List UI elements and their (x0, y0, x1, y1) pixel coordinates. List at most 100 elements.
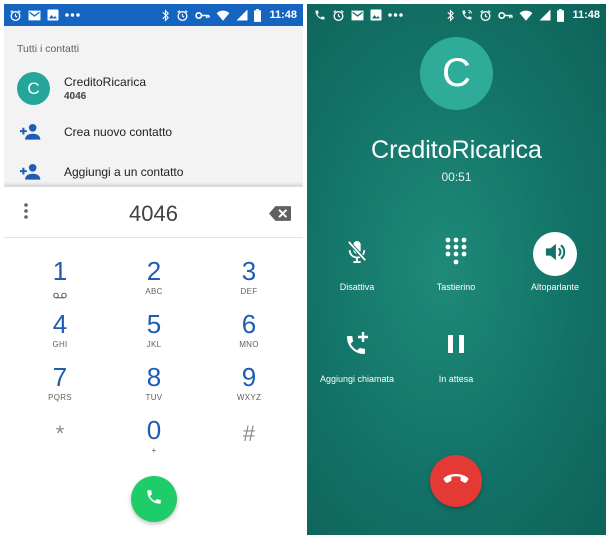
dialpad-key-5[interactable]: 5 JKL (114, 310, 194, 358)
key-letters: MNO (239, 340, 259, 349)
key-digit: 8 (146, 362, 162, 392)
add-to-contact-row[interactable]: Aggiungi a un contatto (4, 161, 303, 185)
dialpad-icon (445, 237, 467, 272)
add-person-icon (20, 163, 42, 186)
caller-name: CreditoRicarica (371, 136, 542, 164)
dialpad-key-2[interactable]: 2 ABC (114, 257, 194, 305)
avatar: C (17, 72, 50, 105)
key-letters: JKL (146, 340, 162, 349)
backspace-icon[interactable] (269, 206, 291, 226)
contact-suggestions: Tutti i contatti C CreditoRicarica 4046 … (4, 26, 303, 186)
contact-suggestion-row[interactable]: C CreditoRicarica 4046 (4, 72, 303, 112)
in-call-screen: 11:48 C CreditoRicarica 00:51 Disattiva … (307, 4, 606, 535)
key-digit: 5 (146, 309, 162, 339)
create-contact-label: Crea nuovo contatto (64, 125, 173, 139)
dialpad-key-9[interactable]: 9 WXYZ (209, 363, 289, 411)
key-digit: 0 (146, 415, 162, 445)
status-time: 11:48 (572, 9, 600, 21)
dialpad-key-0[interactable]: 0 + (114, 416, 194, 464)
dialpad-key-1[interactable]: 1 (20, 257, 100, 305)
dialer-screen: 11:48 Tutti i contatti C CreditoRicarica… (4, 4, 303, 535)
key-letters: + (151, 446, 157, 455)
bluetooth-icon (446, 8, 455, 22)
volume-up-icon (544, 242, 566, 267)
cell-signal-icon (539, 9, 551, 21)
dialpad-key-7[interactable]: 7 PQRS (20, 363, 100, 411)
dialpad-key-8[interactable]: 8 TUV (114, 363, 194, 411)
alarm-icon (479, 9, 492, 22)
add-person-icon (20, 123, 42, 146)
battery-icon (254, 8, 262, 22)
bluetooth-icon (161, 8, 170, 22)
voicemail-icon (20, 286, 100, 304)
key-digit: 3 (241, 256, 257, 286)
key-digit: # (242, 421, 256, 446)
hold-button[interactable]: In attesa (411, 326, 501, 384)
vpn-key-icon (195, 11, 211, 20)
gmail-icon (28, 10, 41, 21)
key-digit: 4 (52, 309, 68, 339)
contact-number: 4046 (64, 91, 87, 102)
phone-icon (145, 488, 163, 511)
mute-label: Disattiva (339, 282, 375, 292)
wifi-icon (216, 10, 230, 21)
alarm-icon (332, 9, 345, 22)
status-time: 11:48 (269, 9, 297, 21)
gmail-icon (351, 10, 364, 21)
dialpad-key-star[interactable]: * (20, 416, 100, 464)
call-end-icon (443, 472, 469, 490)
dialpad-key-3[interactable]: 3 DEF (209, 257, 289, 305)
mute-button[interactable]: Disattiva (312, 234, 402, 292)
more-notifications-icon (65, 12, 80, 18)
key-letters: ABC (145, 287, 163, 296)
section-title: Tutti i contatti (17, 43, 80, 55)
speaker-active-indicator (533, 232, 577, 276)
create-contact-row[interactable]: Crea nuovo contatto (4, 121, 303, 145)
keypad-button[interactable]: Tastierino (411, 234, 501, 292)
key-letters: GHI (52, 340, 68, 349)
dialpad-key-4[interactable]: 4 GHI (20, 310, 100, 358)
key-letters: PQRS (48, 393, 72, 402)
add-call-icon (344, 331, 370, 362)
caller-avatar: C (420, 37, 493, 110)
key-letters: WXYZ (236, 393, 262, 402)
key-digit: 7 (52, 362, 68, 392)
alarm-icon (176, 9, 189, 22)
key-digit: 6 (241, 309, 257, 339)
ongoing-call-icon (461, 9, 473, 21)
add-call-label: Aggiungi chiamata (319, 374, 395, 384)
dialpad-key-hash[interactable]: # (209, 416, 289, 464)
wifi-icon (519, 10, 533, 21)
key-letters: TUV (145, 393, 163, 402)
cell-signal-icon (236, 9, 248, 21)
status-bar: 11:48 (307, 4, 606, 26)
vpn-key-icon (498, 11, 514, 20)
call-icon (314, 9, 326, 21)
end-call-button[interactable] (430, 455, 482, 507)
mic-off-icon (346, 239, 368, 270)
add-call-button[interactable]: Aggiungi chiamata (312, 326, 402, 384)
more-notifications-icon (388, 12, 403, 18)
key-digit: * (55, 421, 65, 446)
add-to-contact-label: Aggiungi a un contatto (64, 165, 184, 179)
call-duration: 00:51 (441, 170, 472, 184)
key-digit: 9 (241, 362, 257, 392)
hold-label: In attesa (438, 374, 474, 384)
key-letters: DEF (240, 287, 258, 296)
battery-icon (557, 8, 565, 22)
dialed-number: 4046 (129, 201, 178, 226)
keypad-label: Tastierino (436, 282, 476, 292)
speaker-button[interactable]: Altoparlante (510, 232, 600, 292)
photo-icon (47, 9, 59, 21)
dialpad-key-6[interactable]: 6 MNO (209, 310, 289, 358)
key-digit: 2 (146, 256, 162, 286)
key-digit: 1 (52, 256, 68, 286)
speaker-label: Altoparlante (530, 282, 580, 292)
contact-name: CreditoRicarica (64, 75, 147, 89)
call-button[interactable] (131, 476, 177, 522)
alarm-icon (9, 9, 22, 22)
dialed-number-field[interactable]: 4046 (4, 186, 303, 238)
status-bar: 11:48 (4, 4, 303, 26)
photo-icon (370, 9, 382, 21)
pause-icon (447, 334, 465, 359)
